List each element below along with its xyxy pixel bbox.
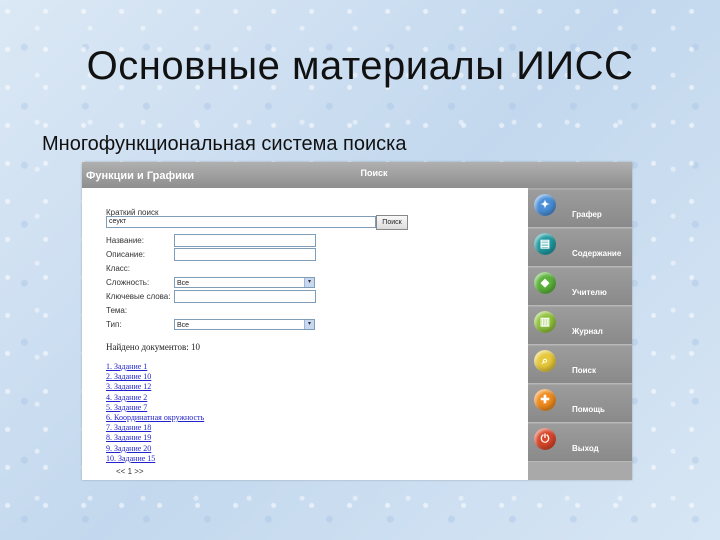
found-count: Найдено документов: 10 (106, 342, 200, 352)
field-select[interactable]: Все ▾ (174, 277, 315, 288)
search-panel: Краткий поиск сеукт Поиск Название: Описа… (82, 188, 528, 480)
result-link[interactable]: 1. Задание 1 (106, 362, 147, 371)
result-link[interactable]: 3. Задание 12 (106, 382, 151, 391)
teacher-icon: ◆ (534, 272, 556, 294)
result-link[interactable]: 2. Задание 10 (106, 372, 151, 381)
app-title: Функции и Графики (86, 170, 195, 182)
result-item: 10. Задание 15 (106, 454, 204, 464)
field-label: Класс: (106, 264, 130, 273)
nav-item[interactable]: ▥ Журнал (528, 307, 632, 345)
result-item: 8. Задание 19 (106, 433, 204, 443)
nav-item[interactable]: ✚ Помощь (528, 385, 632, 423)
quick-search-input[interactable]: сеукт (106, 216, 376, 228)
result-item: 3. Задание 12 (106, 382, 204, 392)
result-item: 1. Задание 1 (106, 362, 204, 372)
slide-title: Основные материалы ИИСС (86, 44, 634, 88)
nav-label: Графер (572, 210, 602, 219)
nav-item[interactable]: ◆ Учителю (528, 268, 632, 306)
slide-subtitle: Многофункциональная система поиска (42, 133, 407, 155)
result-item: 6. Координатная окружность (106, 413, 204, 423)
exit-icon: ⏻ (534, 428, 556, 450)
book-icon: ▤ (534, 233, 556, 255)
nav-item[interactable]: ⏻ Выход (528, 424, 632, 462)
journal-icon: ▥ (534, 311, 556, 333)
result-link[interactable]: 7. Задание 18 (106, 423, 151, 432)
select-value: Все (177, 280, 190, 287)
nav-item[interactable]: ▤ Содержание (528, 229, 632, 267)
chevron-down-icon[interactable]: ▾ (304, 320, 314, 329)
field-label: Описание: (106, 250, 146, 259)
result-item: 4. Задание 2 (106, 393, 204, 403)
field-label: Сложность: (106, 278, 150, 287)
field-label: Название: (106, 236, 144, 245)
nav-sidebar: ✦ Графер ▤ Содержание ◆ Учителю ▥ Журнал ⌕ Поиск ✚… (528, 188, 632, 480)
app-header: Функции и Графики Поиск (82, 162, 632, 188)
result-link[interactable]: 10. Задание 15 (106, 454, 155, 463)
field-select[interactable]: Все ▾ (174, 319, 315, 330)
result-item: 5. Задание 7 (106, 403, 204, 413)
result-link[interactable]: 9. Задание 20 (106, 444, 151, 453)
field-label: Тема: (106, 306, 128, 315)
tab-search[interactable]: Поиск (344, 168, 404, 178)
result-item: 2. Задание 10 (106, 372, 204, 382)
result-link[interactable]: 4. Задание 2 (106, 393, 147, 402)
graph-icon: ✦ (534, 194, 556, 216)
pager[interactable]: << 1 >> (116, 467, 144, 476)
app-window: Функции и Графики Поиск Краткий поиск се… (82, 162, 632, 480)
nav-label: Выход (572, 444, 599, 453)
results-list: 1. Задание 1 2. Задание 10 3. Задание 12 4.… (106, 362, 204, 464)
search-icon: ⌕ (534, 350, 556, 372)
field-label: Ключевые слова: (106, 292, 171, 301)
nav-label: Учителю (572, 288, 607, 297)
nav-item[interactable]: ⌕ Поиск (528, 346, 632, 384)
search-button[interactable]: Поиск (376, 215, 408, 230)
result-link[interactable]: 8. Задание 19 (106, 433, 151, 442)
field-input[interactable] (174, 234, 316, 247)
nav-label: Поиск (572, 366, 597, 375)
field-input[interactable] (174, 290, 316, 303)
select-value: Все (177, 322, 190, 329)
nav-item[interactable]: ✦ Графер (528, 190, 632, 228)
nav-label: Содержание (572, 249, 622, 258)
field-label: Тип: (106, 320, 122, 329)
chevron-down-icon[interactable]: ▾ (304, 278, 314, 287)
result-link[interactable]: 5. Задание 7 (106, 403, 147, 412)
result-item: 7. Задание 18 (106, 423, 204, 433)
result-link[interactable]: 6. Координатная окружность (106, 413, 204, 422)
result-item: 9. Задание 20 (106, 444, 204, 454)
nav-label: Журнал (572, 327, 603, 336)
help-icon: ✚ (534, 389, 556, 411)
nav-label: Помощь (572, 405, 605, 414)
field-input[interactable] (174, 248, 316, 261)
